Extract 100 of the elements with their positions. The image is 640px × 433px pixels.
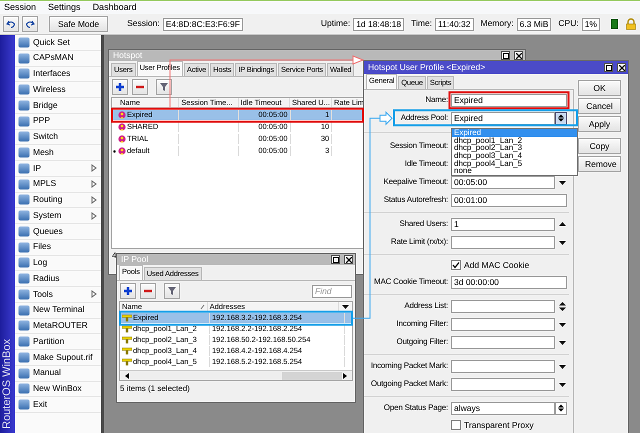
- dropdown-button[interactable]: [555, 112, 567, 125]
- sidebar-item[interactable]: MPLS: [15, 176, 101, 192]
- left-arrow-icon[interactable]: [124, 372, 130, 379]
- sidebar-label: Mesh: [33, 148, 55, 158]
- dropdown-option[interactable]: none: [452, 167, 577, 175]
- app-icon: [18, 147, 30, 158]
- dialog-button[interactable]: Remove: [578, 156, 621, 172]
- input-field[interactable]: [451, 300, 555, 313]
- input-field[interactable]: [451, 336, 555, 349]
- sidebar-item[interactable]: Queues: [15, 224, 101, 240]
- sidebar-item[interactable]: Partition: [15, 334, 101, 350]
- close-button[interactable]: [514, 51, 523, 60]
- add-button[interactable]: [120, 283, 136, 300]
- remove-button[interactable]: [140, 283, 156, 300]
- sidebar-item[interactable]: PPP: [15, 114, 101, 130]
- stat-label: Time:: [411, 19, 432, 29]
- filter-button[interactable]: [164, 283, 180, 300]
- sidebar-item[interactable]: Wireless: [15, 82, 101, 98]
- sidebar-item[interactable]: Routing: [15, 192, 101, 208]
- app-icon: [18, 100, 30, 111]
- maximize-button[interactable]: [604, 63, 613, 72]
- minus-icon: [135, 85, 145, 90]
- padlock-icon: [625, 18, 637, 30]
- up-arrow-icon[interactable]: [558, 220, 567, 229]
- sidebar-label: Switch: [33, 132, 60, 142]
- sidebar-item[interactable]: Make Supout.rif: [15, 350, 101, 366]
- undo-button[interactable]: [3, 16, 19, 32]
- maximize-button[interactable]: [501, 51, 510, 60]
- spin-arrows-icon[interactable]: [558, 300, 567, 312]
- plug-icon: [122, 358, 132, 366]
- menu-item[interactable]: Session: [4, 1, 36, 14]
- sidebar-item[interactable]: Radius: [15, 271, 101, 287]
- close-button[interactable]: [344, 255, 353, 264]
- field-label: Address List:: [403, 302, 448, 311]
- sidebar-item[interactable]: Switch: [15, 130, 101, 146]
- maximize-button[interactable]: [331, 255, 340, 264]
- sidebar-item[interactable]: Tools: [15, 287, 101, 303]
- sidebar-item[interactable]: Interfaces: [15, 66, 101, 82]
- sidebar-item[interactable]: Log: [15, 256, 101, 272]
- sidebar-item[interactable]: New WinBox: [15, 382, 101, 398]
- sidebar-item[interactable]: IP: [15, 161, 101, 177]
- input-field[interactable]: [451, 318, 555, 331]
- dropdown-option[interactable]: dhcp_pool2_Lan_3: [452, 144, 577, 152]
- checkbox[interactable]: [451, 420, 461, 430]
- sidebar-item[interactable]: System: [15, 208, 101, 224]
- sidebar-item[interactable]: Files: [15, 240, 101, 256]
- dropdown-option[interactable]: dhcp_pool3_Lan_4: [452, 152, 577, 160]
- maximize-icon: [606, 64, 612, 70]
- dialog-button[interactable]: Cancel: [578, 98, 621, 114]
- status-text: 5 items (1 selected): [120, 384, 190, 394]
- close-icon: [516, 52, 522, 58]
- field-label: Incoming Packet Mark:: [370, 362, 448, 371]
- right-arrow-icon[interactable]: [342, 372, 348, 379]
- input-field[interactable]: [451, 378, 555, 391]
- app-icon: [18, 383, 30, 394]
- input-field[interactable]: Expired: [451, 94, 567, 107]
- add-button[interactable]: [112, 79, 128, 96]
- safe-mode-button[interactable]: Safe Mode: [49, 16, 108, 32]
- filter-button[interactable]: [156, 79, 172, 96]
- dropdown-button[interactable]: [555, 402, 567, 415]
- brand-label: RouterOS WinBox: [1, 339, 14, 429]
- sidebar-label: Files: [33, 242, 52, 252]
- input-field[interactable]: 3d 00:00:00: [451, 276, 567, 289]
- menu-item[interactable]: Dashboard: [92, 1, 137, 14]
- menu-item[interactable]: Settings: [48, 1, 81, 14]
- dialog-button[interactable]: OK: [578, 80, 621, 96]
- column-menu-icon[interactable]: [341, 302, 350, 312]
- horizontal-scrollbar[interactable]: [120, 370, 352, 380]
- input-field[interactable]: 1: [451, 218, 555, 231]
- sidebar-item[interactable]: MetaROUTER: [15, 318, 101, 334]
- dialog-button[interactable]: Copy: [578, 138, 621, 154]
- dropdown-option[interactable]: dhcp_pool4_Lan_5: [452, 160, 577, 168]
- sidebar-label: System: [33, 210, 62, 220]
- checkbox[interactable]: [451, 260, 461, 270]
- select-field[interactable]: always: [451, 402, 555, 415]
- sidebar-item[interactable]: Manual: [15, 366, 101, 382]
- sidebar-item[interactable]: CAPsMAN: [15, 50, 101, 66]
- session-field[interactable]: E4:8D:8C:E3:F6:9F: [162, 18, 243, 30]
- sidebar-item[interactable]: Mesh: [15, 145, 101, 161]
- sidebar-item[interactable]: Exit: [15, 397, 101, 413]
- sort-icon[interactable]: [200, 304, 205, 310]
- app-icon: [18, 178, 30, 190]
- select-field[interactable]: Expired: [451, 112, 555, 125]
- dialog-button[interactable]: Apply: [578, 116, 621, 132]
- input-field[interactable]: [451, 236, 555, 249]
- sidebar-item[interactable]: Bridge: [15, 98, 101, 114]
- sidebar-item[interactable]: New Terminal: [15, 302, 101, 318]
- input-field[interactable]: 00:05:00: [451, 176, 555, 189]
- dropdown-option[interactable]: dhcp_pool1_Lan_2: [452, 136, 577, 144]
- close-button[interactable]: [617, 63, 626, 72]
- remove-button[interactable]: [132, 79, 148, 96]
- updown-arrow-icon: [558, 114, 564, 122]
- sidebar-label: PPP: [33, 116, 52, 126]
- input-field[interactable]: [451, 360, 555, 373]
- sidebar-label: Bridge: [33, 100, 59, 110]
- redo-button[interactable]: [22, 16, 38, 32]
- field-label: Address Pool:: [400, 114, 448, 123]
- sidebar-item[interactable]: Quick Set: [15, 35, 101, 51]
- app-icon: [18, 257, 30, 268]
- input-field[interactable]: 00:01:00: [451, 194, 567, 207]
